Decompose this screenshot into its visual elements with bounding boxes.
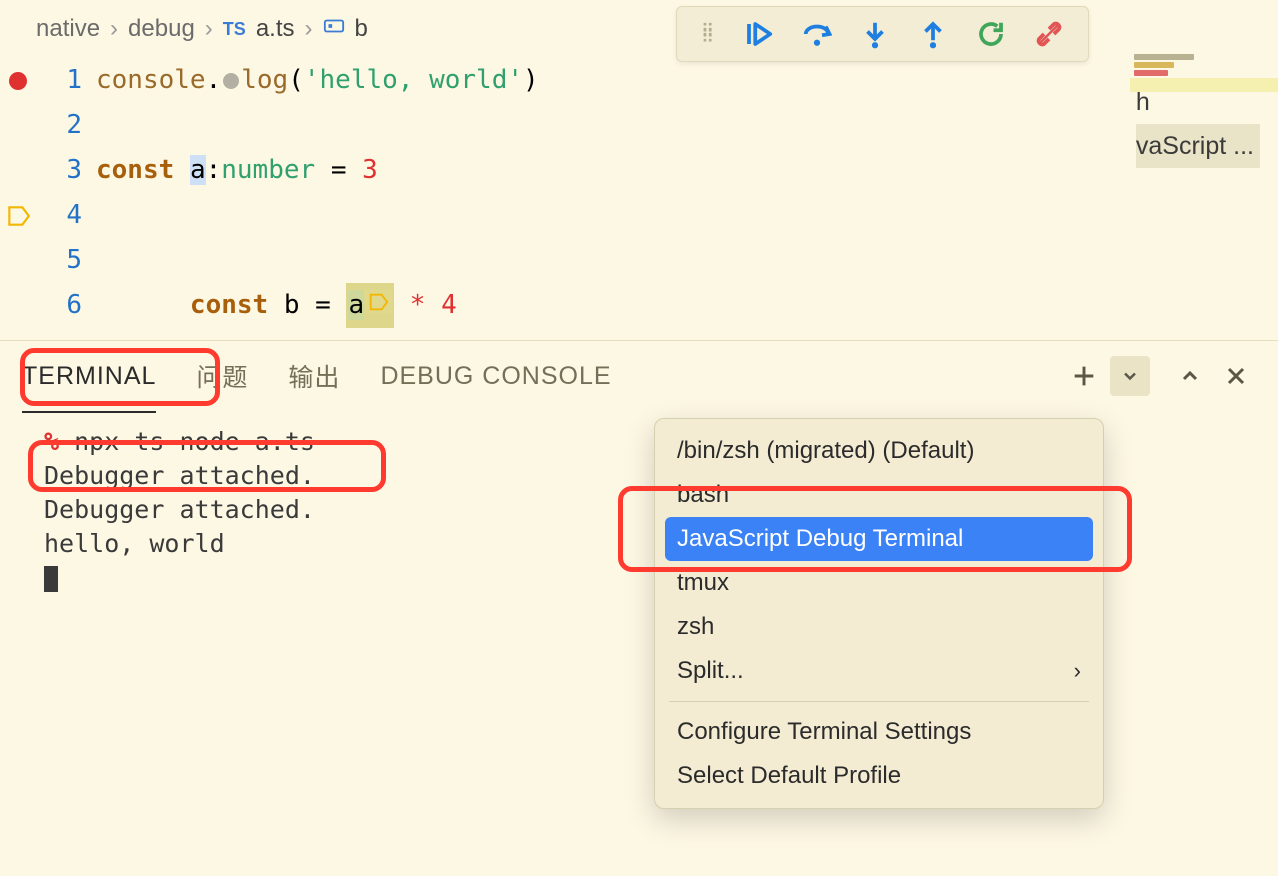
chevron-right-icon: › [110, 15, 118, 43]
drag-handle-icon[interactable]: ⠿⠿ [701, 28, 716, 40]
new-terminal-dropdown-button[interactable] [1110, 356, 1150, 396]
panel-tabs: TERMINAL 问题 输出 DEBUG CONSOLE [0, 341, 1278, 411]
code-line[interactable]: console.log('hello, world') [96, 58, 1278, 103]
breadcrumb-seg[interactable]: debug [128, 15, 195, 43]
menu-item-zsh-default[interactable]: /bin/zsh (migrated) (Default) [655, 429, 1103, 473]
chevron-right-icon: › [305, 15, 313, 43]
breadcrumb-symbol[interactable]: b [355, 15, 368, 43]
panel-maximize-button[interactable] [1170, 356, 1210, 396]
terminal-side-item[interactable]: vaScript ... [1136, 124, 1260, 168]
menu-item-tmux[interactable]: tmux [655, 561, 1103, 605]
chevron-right-icon: › [205, 15, 213, 43]
breakpoint-gutter[interactable] [0, 48, 36, 340]
code-line[interactable] [96, 238, 1278, 283]
breadcrumb-file[interactable]: a.ts [256, 15, 295, 43]
suggest-dot-icon [223, 73, 239, 89]
line-number-gutter: 1 2 3 4 5 6 [36, 48, 96, 340]
menu-item-select-default-profile[interactable]: Select Default Profile [655, 754, 1103, 798]
code-line[interactable]: const a:number = 3 [96, 148, 1278, 193]
current-line-highlight [96, 193, 1128, 238]
debug-toolbar[interactable]: ⠿⠿ [676, 6, 1089, 62]
terminal-cursor [44, 566, 58, 592]
continue-button[interactable] [744, 19, 774, 49]
step-out-button[interactable] [918, 19, 948, 49]
tab-terminal[interactable]: TERMINAL [22, 362, 156, 391]
current-line-arrow-icon [0, 193, 36, 238]
tab-problems[interactable]: 问题 [196, 358, 248, 394]
editor[interactable]: 1 2 3 4 5 6 console.log('hello, world') … [0, 48, 1278, 340]
breadcrumb-seg[interactable]: native [36, 15, 100, 43]
code-line[interactable] [96, 103, 1278, 148]
new-terminal-button[interactable] [1064, 356, 1104, 396]
code-line[interactable]: const b = a * 4 [96, 193, 1278, 238]
menu-item-split[interactable]: Split...› [655, 649, 1103, 693]
terminal-profile-menu[interactable]: /bin/zsh (migrated) (Default) bash JavaS… [654, 418, 1104, 809]
chevron-right-icon: › [1074, 658, 1081, 684]
menu-separator [669, 701, 1089, 702]
symbol-variable-icon [323, 15, 345, 43]
menu-item-zsh[interactable]: zsh [655, 605, 1103, 649]
typescript-icon: TS [223, 19, 246, 40]
terminal-side-item[interactable]: h [1136, 80, 1260, 124]
restart-button[interactable] [976, 19, 1006, 49]
code-line[interactable] [96, 283, 1278, 328]
menu-item-configure-terminal[interactable]: Configure Terminal Settings [655, 710, 1103, 754]
breakpoint-icon[interactable] [9, 72, 27, 90]
tab-debug-console[interactable]: DEBUG CONSOLE [380, 362, 611, 391]
terminal-side-list[interactable]: h vaScript ... [1136, 80, 1260, 168]
tab-output[interactable]: 输出 [288, 358, 340, 394]
panel-close-button[interactable] [1216, 356, 1256, 396]
step-over-button[interactable] [802, 19, 832, 49]
code-area[interactable]: console.log('hello, world') const a:numb… [96, 48, 1278, 340]
disconnect-button[interactable] [1034, 19, 1064, 49]
menu-item-js-debug-terminal[interactable]: JavaScript Debug Terminal [665, 517, 1093, 561]
menu-item-bash[interactable]: bash [655, 473, 1103, 517]
step-into-button[interactable] [860, 19, 890, 49]
